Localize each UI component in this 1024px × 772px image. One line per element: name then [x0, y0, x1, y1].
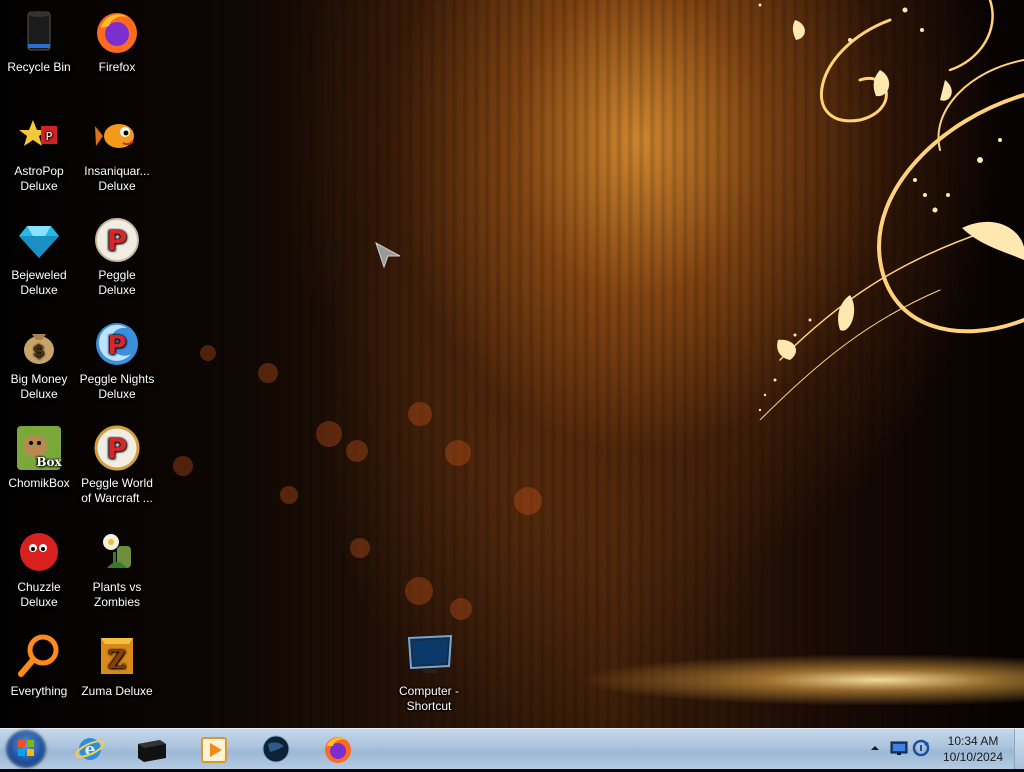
desktop-icon-label: Firefox	[98, 60, 136, 74]
svg-text:P: P	[107, 432, 128, 465]
firefox-icon	[93, 8, 141, 56]
bokeh-light	[280, 486, 298, 504]
bokeh-light	[316, 421, 342, 447]
system-tray	[866, 729, 930, 769]
network-icon[interactable]	[890, 740, 908, 756]
desktop-icon-zuma-deluxe[interactable]: Z Zuma Deluxe	[78, 632, 156, 699]
internet-explorer-icon: e	[75, 738, 105, 760]
svg-text:$: $	[33, 341, 44, 360]
clock-time: 10:34 AM	[947, 734, 999, 748]
bokeh-light	[405, 577, 433, 605]
taskbar-media-player[interactable]	[186, 732, 242, 766]
desktop-icon-label: Computer - Shortcut	[398, 684, 460, 713]
monitor-icon	[405, 632, 453, 680]
recycle-bin-icon	[15, 8, 63, 56]
bokeh-light	[408, 402, 432, 426]
taskbar-internet-explorer[interactable]: e	[62, 732, 118, 766]
bokeh-light	[200, 345, 216, 361]
desktop-icon-label: Recycle Bin	[7, 60, 71, 74]
update-icon[interactable]	[912, 739, 930, 757]
firefox-icon	[325, 737, 351, 763]
desktop-icon-big-money-deluxe[interactable]: $ Big Money Deluxe	[0, 320, 78, 402]
goldfish-icon	[93, 112, 141, 160]
astropop-icon: P	[15, 112, 63, 160]
svg-text:P: P	[107, 331, 126, 361]
bokeh-light	[346, 440, 368, 462]
desktop-icon-label: Bejeweled Deluxe	[11, 268, 67, 297]
desktop-icon-chomikbox[interactable]: Box ChomikBox	[0, 424, 78, 491]
desktop-icon-label: Big Money Deluxe	[10, 372, 68, 401]
desktop-icon-peggle-world-of-warcraft[interactable]: P Peggle World of Warcraft ...	[78, 424, 156, 506]
desktop-icon-peggle-nights-deluxe[interactable]: P Peggle Nights Deluxe	[78, 320, 156, 402]
svg-text:P: P	[46, 130, 53, 143]
desktop-icon-label: Peggle Deluxe	[98, 268, 136, 297]
desktop-icon-computer-shortcut[interactable]: Computer - Shortcut	[390, 632, 468, 714]
svg-text:Box: Box	[36, 455, 62, 469]
bokeh-light	[445, 440, 471, 466]
bokeh-light	[514, 487, 542, 515]
desktop-icon-label: Everything	[10, 684, 68, 698]
taskbar-black-box[interactable]	[124, 732, 180, 766]
zuma-icon: Z	[93, 632, 141, 680]
globe-icon	[262, 735, 290, 763]
magnifier-icon	[15, 632, 63, 680]
taskbar-globe[interactable]	[248, 732, 304, 766]
taskbar: e 10:34 AM 10/10/2024	[0, 728, 1024, 769]
gold-swirl-ornament	[758, 0, 1024, 420]
svg-text:P: P	[107, 224, 128, 257]
windows-logo-icon	[18, 740, 34, 756]
taskbar-firefox[interactable]	[310, 732, 366, 766]
desktop-icon-everything[interactable]: Everything	[0, 632, 78, 699]
desktop-icon-label: Peggle Nights Deluxe	[79, 372, 155, 401]
desktop-icon-label: AstroPop Deluxe	[14, 164, 64, 193]
show-hidden-icons-chevron-icon[interactable]	[870, 743, 880, 753]
desktop-icon-label: Zuma Deluxe	[81, 684, 153, 698]
chomikbox-icon: Box	[15, 424, 63, 472]
peggle-icon: P	[93, 216, 141, 264]
desktop-icon-label: ChomikBox	[8, 476, 70, 490]
desktop-icon-label: Plants vs Zombies	[92, 580, 142, 609]
media-player-icon	[201, 737, 227, 763]
desktop-icon-firefox[interactable]: Firefox	[78, 8, 156, 75]
money-bag-icon: $	[15, 320, 63, 368]
system-clock[interactable]: 10:34 AM 10/10/2024	[930, 733, 1016, 765]
diamond-icon	[15, 216, 63, 264]
desktop-icon-bejeweled-deluxe[interactable]: Bejeweled Deluxe	[0, 216, 78, 298]
bokeh-light	[173, 456, 193, 476]
desktop-icon-insaniquarium-deluxe[interactable]: Insaniquar... Deluxe	[78, 112, 156, 194]
desktop-icon-plants-vs-zombies[interactable]: Plants vs Zombies	[78, 528, 156, 610]
light-floor	[540, 655, 1024, 705]
svg-text:Z: Z	[108, 645, 126, 674]
peggle-wow-icon: P	[93, 424, 141, 472]
mouse-cursor-icon	[375, 242, 401, 268]
show-desktop-button[interactable]	[1014, 729, 1024, 769]
clock-date: 10/10/2024	[942, 750, 1004, 764]
start-button[interactable]	[6, 730, 46, 768]
plants-vs-zombies-icon	[93, 528, 141, 576]
peggle-nights-icon: P	[93, 320, 141, 368]
black-box-icon	[138, 740, 166, 762]
desktop-icon-recycle-bin[interactable]: Recycle Bin	[0, 8, 78, 75]
bokeh-light	[258, 363, 278, 383]
desktop-icon-peggle-deluxe[interactable]: P Peggle Deluxe	[78, 216, 156, 298]
desktop-icon-astropop-deluxe[interactable]: P AstroPop Deluxe	[0, 112, 78, 194]
bokeh-light	[450, 598, 472, 620]
chuzzle-icon	[15, 528, 63, 576]
desktop-icon-label: Insaniquar... Deluxe	[84, 164, 150, 193]
desktop-icon-label: Chuzzle Deluxe	[17, 580, 61, 609]
bokeh-light	[350, 538, 370, 558]
desktop-icon-chuzzle-deluxe[interactable]: Chuzzle Deluxe	[0, 528, 78, 610]
desktop-icon-label: Peggle World of Warcraft ...	[81, 476, 153, 505]
